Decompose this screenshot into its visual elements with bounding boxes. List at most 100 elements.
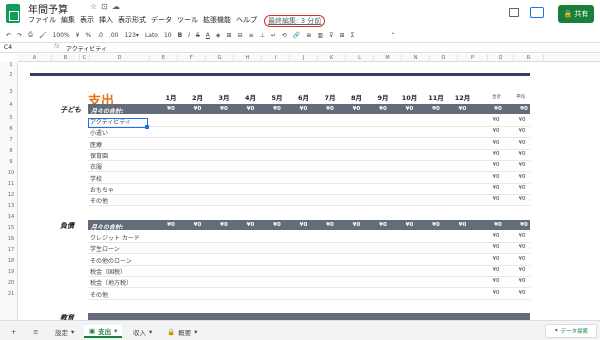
fill-color-icon[interactable]: ◈	[216, 32, 221, 39]
monthly-total-value[interactable]: ¥0	[291, 106, 317, 112]
formula-input[interactable]: アクティビティ	[66, 44, 107, 53]
monthly-total-value[interactable]: ¥0	[450, 222, 476, 228]
comment-icon[interactable]: ⊕	[306, 32, 311, 39]
column-header[interactable]: H	[234, 54, 262, 62]
collapse-toolbar-icon[interactable]: ⌃	[390, 32, 395, 39]
functions-icon[interactable]: Σ	[351, 32, 355, 39]
row-header[interactable]: 1	[4, 62, 18, 68]
monthly-total-value[interactable]: ¥0	[370, 222, 396, 228]
borders-icon[interactable]: ⊞	[227, 32, 232, 39]
fill-handle[interactable]	[145, 125, 149, 129]
item-total-value[interactable]: ¥0	[488, 128, 504, 134]
bold-icon[interactable]: B	[178, 32, 183, 39]
row-header[interactable]: 15	[4, 225, 18, 231]
row-header[interactable]: 5	[4, 115, 18, 121]
column-header[interactable]: P	[458, 54, 488, 62]
monthly-total-value[interactable]: ¥0	[264, 106, 290, 112]
font-select[interactable]: Lato	[145, 32, 158, 39]
column-header[interactable]: G	[206, 54, 234, 62]
item-total-value[interactable]: ¥0	[488, 233, 504, 239]
summary-value[interactable]: ¥0	[485, 222, 511, 228]
item-total-value[interactable]: ¥0	[514, 128, 530, 134]
menu-edit[interactable]: 編集	[61, 15, 75, 27]
strikethrough-icon[interactable]: S	[196, 32, 200, 39]
row-header[interactable]: 19	[4, 269, 18, 275]
summary-value[interactable]: ¥0	[511, 106, 537, 112]
menu-help[interactable]: ヘルプ	[236, 15, 257, 27]
add-sheet-button[interactable]: +	[6, 325, 21, 338]
summary-value[interactable]: ¥0	[511, 222, 537, 228]
column-header[interactable]: E	[150, 54, 178, 62]
percent-button[interactable]: %	[85, 32, 91, 39]
expense-item[interactable]: その他	[90, 290, 108, 299]
tab-settings[interactable]: 設定 ▾	[50, 325, 79, 338]
item-total-value[interactable]: ¥0	[514, 185, 530, 191]
column-header[interactable]: M	[374, 54, 402, 62]
item-total-value[interactable]: ¥0	[514, 117, 530, 123]
monthly-total-value[interactable]: ¥0	[238, 106, 264, 112]
monthly-total-value[interactable]: ¥0	[264, 222, 290, 228]
expense-item[interactable]: 衣服	[90, 162, 102, 171]
column-header[interactable]: A	[18, 54, 52, 62]
item-total-value[interactable]: ¥0	[514, 278, 530, 284]
row-header[interactable]: 9	[4, 159, 18, 165]
expense-item[interactable]: 税金（国税）	[90, 267, 126, 276]
summary-value[interactable]: ¥0	[485, 106, 511, 112]
item-total-value[interactable]: ¥0	[488, 174, 504, 180]
sheets-logo-icon[interactable]	[6, 4, 20, 23]
monthly-total-value[interactable]: ¥0	[370, 106, 396, 112]
menu-insert[interactable]: 挿入	[99, 15, 113, 27]
currency-button[interactable]: ¥	[76, 32, 80, 39]
item-total-value[interactable]: ¥0	[514, 174, 530, 180]
comment-history-icon[interactable]	[509, 8, 519, 17]
move-folder-icon[interactable]: ⊡	[101, 2, 108, 11]
item-total-value[interactable]: ¥0	[514, 151, 530, 157]
row-header[interactable]: 6	[4, 126, 18, 132]
font-size-select[interactable]: 10	[164, 32, 172, 39]
print-icon[interactable]: ⎙	[28, 31, 33, 39]
item-total-value[interactable]: ¥0	[514, 290, 530, 296]
expense-item[interactable]: 学校	[90, 174, 102, 183]
item-total-value[interactable]: ¥0	[488, 244, 504, 250]
undo-icon[interactable]: ↶	[6, 32, 11, 39]
spreadsheet-grid[interactable]: ABCDEFGHIJKLMNOPQR 1 2 3 4 5 6 7 8 9 10 11 12 13 14 15…	[0, 54, 600, 320]
monthly-total-value[interactable]: ¥0	[450, 106, 476, 112]
column-header[interactable]: C	[80, 54, 90, 62]
star-icon[interactable]: ☆	[90, 2, 97, 11]
monthly-total-value[interactable]: ¥0	[344, 222, 370, 228]
monthly-total-value[interactable]: ¥0	[211, 106, 237, 112]
row-header[interactable]: 17	[4, 247, 18, 253]
expense-item[interactable]: クレジット カード	[90, 233, 140, 242]
row-header[interactable]: 3	[4, 89, 18, 95]
column-header[interactable]: N	[402, 54, 430, 62]
wrap-icon[interactable]: ↵	[271, 32, 276, 39]
row-header[interactable]: 18	[4, 258, 18, 264]
menu-tools[interactable]: ツール	[177, 15, 198, 27]
monthly-total-value[interactable]: ¥0	[185, 106, 211, 112]
share-button[interactable]: 🔒 共有	[558, 5, 594, 23]
italic-icon[interactable]: I	[188, 32, 190, 39]
item-total-value[interactable]: ¥0	[514, 140, 530, 146]
monthly-total-value[interactable]: ¥0	[158, 106, 184, 112]
monthly-total-value[interactable]: ¥0	[317, 222, 343, 228]
row-header[interactable]: 13	[4, 203, 18, 209]
monthly-total-value[interactable]: ¥0	[423, 222, 449, 228]
column-header[interactable]: R	[514, 54, 544, 62]
menu-format[interactable]: 表示形式	[118, 15, 146, 27]
row-header[interactable]: 16	[4, 236, 18, 242]
item-total-value[interactable]: ¥0	[488, 267, 504, 273]
item-total-value[interactable]: ¥0	[514, 267, 530, 273]
last-edit-link[interactable]: 最終編集: 3 分前	[264, 15, 326, 27]
expense-item[interactable]: 保育園	[90, 151, 108, 160]
row-header[interactable]: 7	[4, 137, 18, 143]
row-header[interactable]: 4	[4, 102, 18, 108]
expense-item[interactable]: 税金（地方税）	[90, 278, 132, 287]
monthly-total-value[interactable]: ¥0	[423, 106, 449, 112]
expense-item[interactable]: おもちゃ	[90, 185, 114, 194]
item-total-value[interactable]: ¥0	[488, 290, 504, 296]
row-header[interactable]: 21	[4, 291, 18, 297]
expense-item[interactable]: その他	[90, 196, 108, 205]
filter-views-icon[interactable]: ⊞	[340, 32, 345, 39]
monthly-total-value[interactable]: ¥0	[397, 106, 423, 112]
row-header[interactable]: 14	[4, 214, 18, 220]
